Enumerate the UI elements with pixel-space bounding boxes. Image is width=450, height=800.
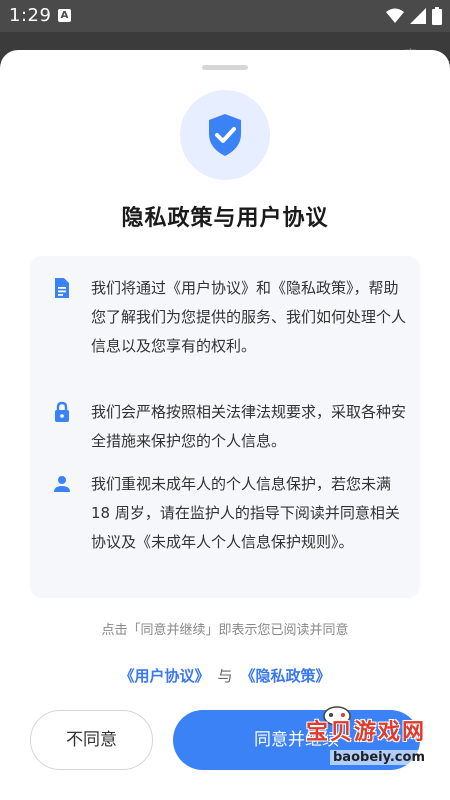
disagree-button[interactable]: 不同意 — [30, 710, 153, 770]
shield-check-icon — [209, 114, 241, 156]
and-text: 与 — [217, 667, 233, 685]
privacy-bottom-sheet: 隐私政策与用户协议 我们将通过《用户协议》和《隐私政策》，帮助您了解我们为您提供… — [0, 50, 450, 800]
battery-icon — [432, 7, 442, 25]
person-icon — [54, 476, 70, 492]
signal-icon — [410, 8, 426, 24]
document-icon — [55, 278, 69, 298]
info-card: 我们将通过《用户协议》和《隐私政策》，帮助您了解我们为您提供的服务、我们如何处理… — [30, 256, 420, 598]
notification-badge-icon: A — [58, 9, 71, 22]
drag-handle[interactable] — [202, 65, 248, 70]
status-bar: 1:29 A — [0, 0, 450, 32]
status-icons — [386, 7, 442, 25]
shield-badge — [180, 90, 270, 180]
watermark-title: 宝贝游戏网 — [306, 720, 427, 745]
user-agreement-link[interactable]: 《用户协议》 — [119, 667, 209, 685]
watermark: 宝贝游戏网 baobeiy.com — [300, 700, 450, 800]
privacy-policy-link[interactable]: 《隐私政策》 — [241, 667, 331, 685]
policy-links: 《用户协议》与《隐私政策》 — [0, 665, 450, 686]
info-text: 我们会严格按照相关法律法规要求，采取各种安全措施来保护您的个人信息。 — [91, 403, 407, 450]
sheet-title: 隐私政策与用户协议 — [121, 206, 329, 231]
consent-notice: 点击「同意并继续」即表示您已阅读并同意 — [101, 623, 349, 638]
lock-icon — [55, 401, 69, 422]
watermark-url: baobeiy.com — [330, 750, 428, 765]
info-text: 我们重视未成年人的个人信息保护，若您未满 18 周岁，请在监护人的指导下阅读并同… — [91, 475, 400, 551]
wifi-icon — [386, 8, 404, 23]
status-time: 1:29 — [9, 5, 52, 26]
info-text: 我们将通过《用户协议》和《隐私政策》，帮助您了解我们为您提供的服务、我们如何处理… — [91, 279, 407, 355]
